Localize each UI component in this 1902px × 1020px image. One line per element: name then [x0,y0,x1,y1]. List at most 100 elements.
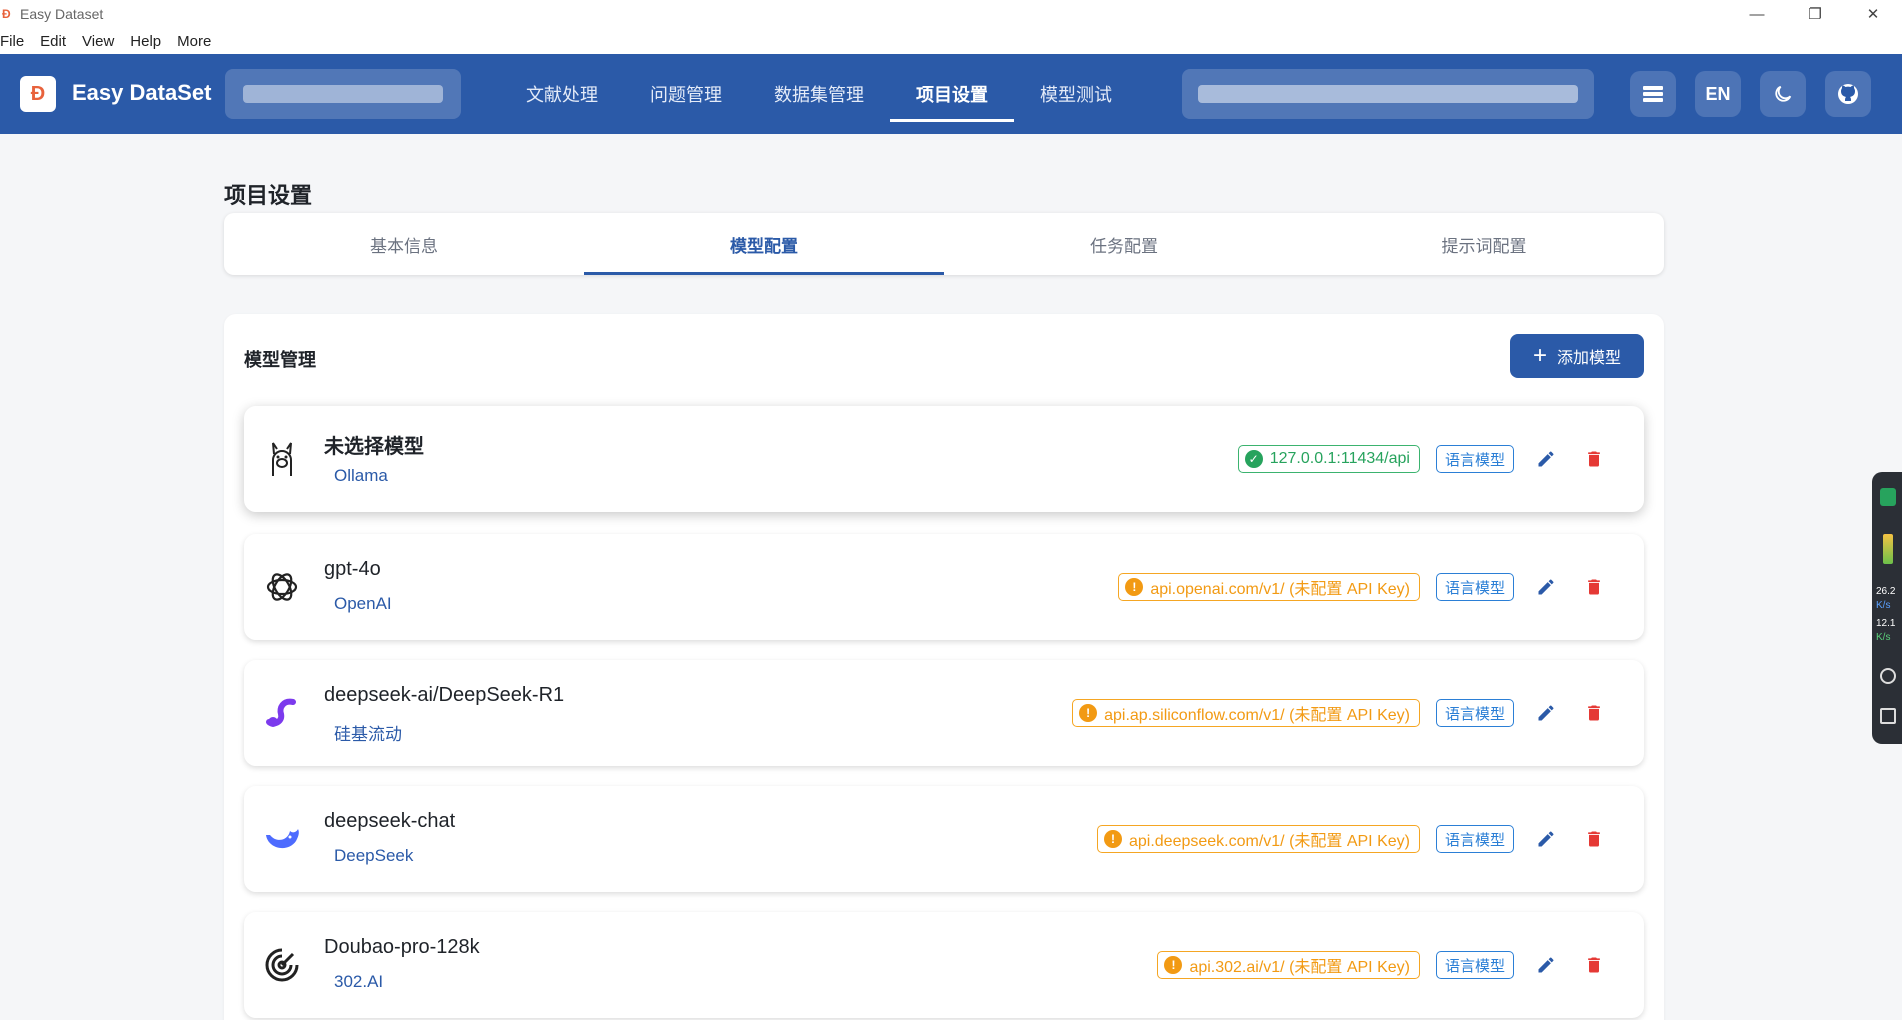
page-title: 项目设置 [224,183,313,208]
project-selector[interactable] [225,69,461,119]
language-button[interactable]: EN [1695,71,1741,117]
edit-button[interactable] [1530,949,1562,981]
crop-icon[interactable] [1880,708,1896,724]
tab-prompt-config[interactable]: 提示词配置 [1304,213,1664,275]
add-model-label: 添加模型 [1557,350,1622,367]
pencil-icon [1538,579,1554,595]
model-type-tag: 语言模型 [1435,445,1514,473]
tab-model-config[interactable]: 模型配置 [584,213,944,275]
menu-bar: File Edit View Help More [0,28,1902,54]
deepseek-icon [262,819,302,859]
add-model-button[interactable]: + 添加模型 [1510,334,1644,378]
trash-icon [1588,957,1600,973]
tab-task-config[interactable]: 任务配置 [944,213,1304,275]
endpoint-text: api.deepseek.com/v1/ (未配置 API Key) [1128,833,1410,850]
pencil-icon [1538,957,1554,973]
network-monitor-widget[interactable]: 26.2 K/s 12.1 K/s [1872,472,1902,744]
model-row[interactable]: 未选择模型 Ollama ✓ 127.0.0.1:11434/api 语言模型 [244,406,1644,512]
delete-button[interactable] [1578,697,1610,729]
delete-button[interactable] [1578,949,1610,981]
endpoint-text: api.302.ai/v1/ (未配置 API Key) [1189,959,1410,976]
model-row[interactable]: gpt-4o OpenAI ! api.openai.com/v1/ (未配置 … [244,534,1644,640]
model-provider: DeepSeek [334,846,414,865]
plus-icon: + [1532,342,1547,369]
warning-icon: ! [1164,956,1183,974]
section-title: 模型管理 [244,350,316,370]
nav-model-test[interactable]: 模型测试 [1014,54,1138,134]
menu-more[interactable]: More [177,33,219,50]
model-name: deepseek-ai/DeepSeek-R1 [324,684,565,706]
menu-help[interactable]: Help [130,33,169,50]
theme-toggle-button[interactable] [1760,71,1806,117]
endpoint-text: api.ap.siliconflow.com/v1/ (未配置 API Key) [1104,707,1410,724]
upload-speed: 26.2 [1876,586,1896,597]
list-icon [1643,86,1663,102]
model-type-tag: 语言模型 [1435,699,1514,727]
endpoint-text: api.openai.com/v1/ (未配置 API Key) [1150,581,1410,598]
menu-edit[interactable]: Edit [40,33,74,50]
edit-button[interactable] [1530,443,1562,475]
nav-questions[interactable]: 问题管理 [624,54,748,134]
endpoint-text: 127.0.0.1:11434/api [1269,450,1410,467]
endpoint-status-badge: ✓ 127.0.0.1:11434/api [1237,445,1420,473]
warning-icon: ! [1079,704,1098,722]
close-icon[interactable]: ✕ [1844,0,1902,28]
model-selector[interactable] [1182,69,1594,119]
title-bar: Ð Easy Dataset — ❐ ✕ [0,0,1902,28]
window-title: Easy Dataset [20,6,104,22]
edit-button[interactable] [1530,697,1562,729]
edit-button[interactable] [1530,571,1562,603]
model-name: deepseek-chat [324,810,456,832]
nav-datasets[interactable]: 数据集管理 [748,54,890,134]
restore-icon[interactable]: ❐ [1786,0,1844,28]
model-name: gpt-4o [324,558,381,580]
model-name-blurred [1198,85,1578,103]
github-button[interactable] [1825,71,1871,117]
model-row[interactable]: deepseek-ai/DeepSeek-R1 硅基流动 ! api.ap.si… [244,660,1644,766]
trash-icon [1588,831,1600,847]
model-name: Doubao-pro-128k [324,936,480,958]
nav-project-settings[interactable]: 项目设置 [890,54,1014,134]
llama-icon [262,439,302,479]
edit-button[interactable] [1530,823,1562,855]
model-management-card: 模型管理 + 添加模型 未选择模型 Ollama ✓ 127.0.0.1:114… [224,314,1664,1020]
endpoint-status-badge: ! api.ap.siliconflow.com/v1/ (未配置 API Ke… [1072,699,1420,727]
brand-name: Easy DataSet [72,80,212,105]
upload-unit: K/s [1876,600,1891,611]
main-nav: 文献处理 问题管理 数据集管理 项目设置 模型测试 [500,54,1138,134]
app-icon: Ð [2,7,11,21]
menu-view[interactable]: View [82,33,122,50]
warning-icon: ! [1103,830,1122,848]
endpoint-status-badge: ! api.302.ai/v1/ (未配置 API Key) [1157,951,1420,979]
model-type-tag: 语言模型 [1435,573,1514,601]
delete-button[interactable] [1578,443,1610,475]
tab-basic-info[interactable]: 基本信息 [224,213,584,275]
302ai-icon [262,945,302,985]
nav-literature[interactable]: 文献处理 [500,54,624,134]
warning-icon: ! [1125,578,1144,596]
model-row[interactable]: Doubao-pro-128k 302.AI ! api.302.ai/v1/ … [244,912,1644,1018]
minimize-icon[interactable]: — [1728,0,1786,28]
download-speed: 12.1 [1876,618,1896,629]
logo: Ð [20,76,56,112]
list-view-button[interactable] [1630,71,1676,117]
model-row[interactable]: deepseek-chat DeepSeek ! api.deepseek.co… [244,786,1644,892]
moon-icon [1775,85,1792,102]
endpoint-status-badge: ! api.openai.com/v1/ (未配置 API Key) [1118,573,1420,601]
trash-icon [1588,579,1600,595]
shield-icon [1880,488,1896,506]
model-provider: OpenAI [334,594,392,613]
openai-icon [262,567,302,607]
model-type-tag: 语言模型 [1435,825,1514,853]
refresh-icon[interactable] [1880,668,1896,684]
menu-file[interactable]: File [0,33,32,50]
delete-button[interactable] [1578,571,1610,603]
delete-button[interactable] [1578,823,1610,855]
siliconflow-icon [262,693,302,733]
model-provider: 硅基流动 [334,725,402,744]
pencil-icon [1538,705,1554,721]
endpoint-status-badge: ! api.deepseek.com/v1/ (未配置 API Key) [1096,825,1420,853]
settings-tabs: 基本信息 模型配置 任务配置 提示词配置 [224,213,1664,275]
pencil-icon [1538,451,1554,467]
model-provider: Ollama [334,466,388,485]
